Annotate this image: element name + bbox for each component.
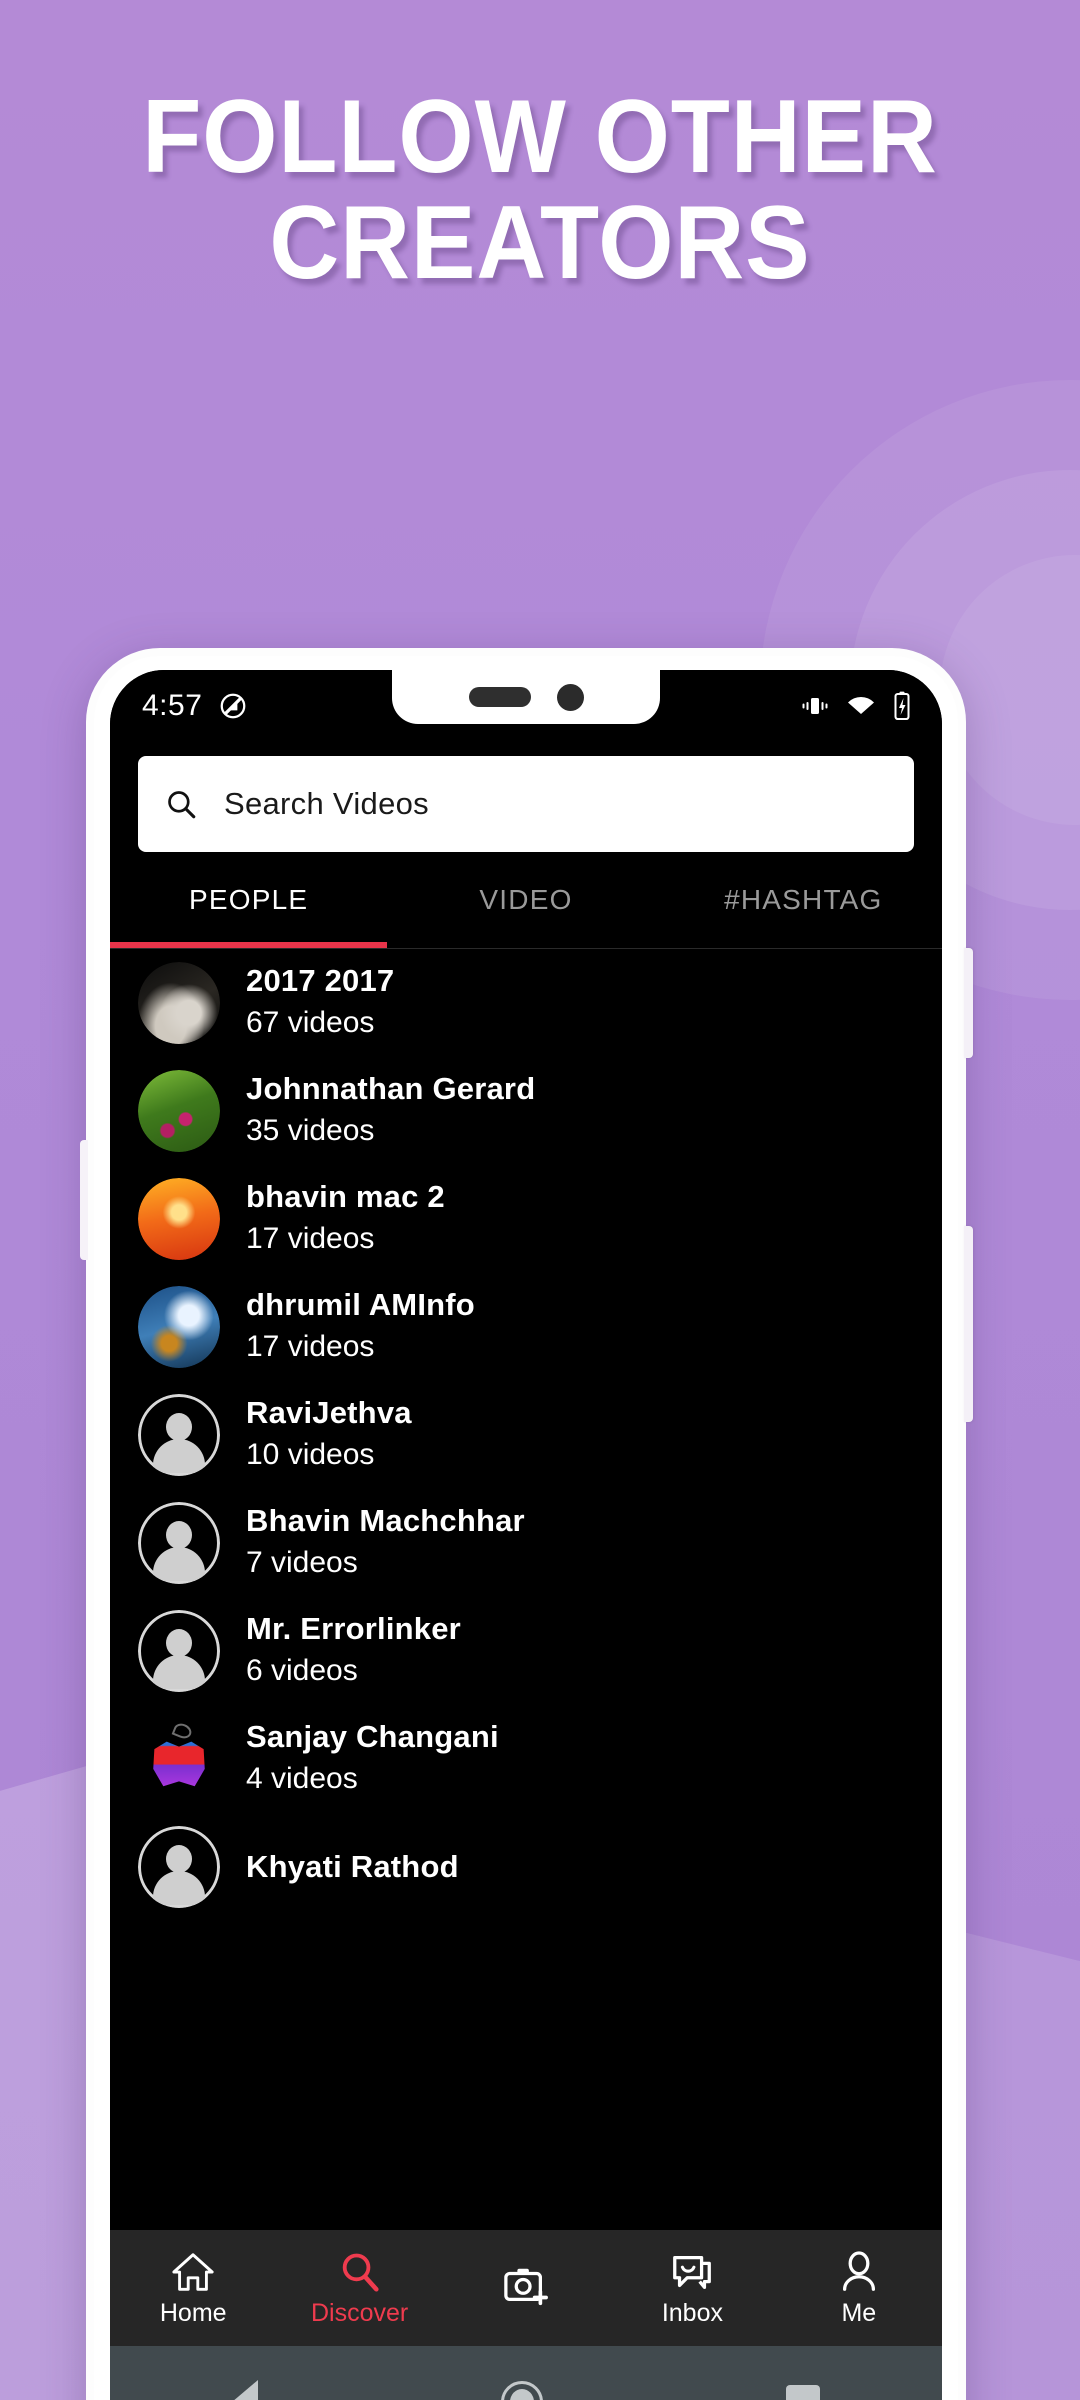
list-item-text: Bhavin Machchhar 7 videos (246, 1501, 525, 1586)
list-item-text: Mr. Errorlinker 6 videos (246, 1609, 461, 1694)
wifi-icon (846, 694, 876, 718)
android-system-bar (110, 2346, 942, 2400)
list-item[interactable]: 2017 2017 67 videos (110, 949, 942, 1057)
status-bar: 4:57 (110, 670, 942, 742)
nav-inbox[interactable]: Inbox (609, 2249, 775, 2328)
status-time: 4:57 (142, 689, 203, 722)
video-count: 67 videos (246, 1006, 375, 1040)
avatar (138, 1718, 220, 1800)
tab-people[interactable]: PEOPLE (110, 884, 387, 916)
tab-active-indicator (110, 942, 387, 948)
list-item[interactable]: dhrumil AMInfo 17 videos (110, 1273, 942, 1381)
list-item-text: Sanjay Changani 4 videos (246, 1717, 499, 1802)
list-item-text: Khyati Rathod (246, 1847, 459, 1887)
video-count: 6 videos (246, 1654, 358, 1688)
default-avatar-icon (138, 1394, 220, 1476)
list-item-text: dhrumil AMInfo 17 videos (246, 1285, 475, 1370)
video-count: 35 videos (246, 1114, 375, 1148)
user-name: dhrumil AMInfo (246, 1286, 475, 1322)
back-triangle-icon[interactable] (231, 2380, 258, 2400)
nav-home[interactable]: Home (110, 2249, 276, 2328)
list-item-text: 2017 2017 67 videos (246, 961, 394, 1046)
home-icon (170, 2249, 216, 2295)
camera-add-icon (501, 2263, 551, 2309)
avatar (138, 962, 220, 1044)
list-item-text: Johnnathan Gerard 35 videos (246, 1069, 535, 1154)
phone-notch (392, 670, 660, 724)
power-button[interactable] (964, 1226, 973, 1422)
user-name: Mr. Errorlinker (246, 1610, 461, 1646)
list-item[interactable]: Mr. Errorlinker 6 videos (110, 1597, 942, 1705)
promo-screenshot: FOLLOW OTHER CREATORS 4:57 Search Videos… (0, 0, 1080, 2400)
phone-mockup: 4:57 Search Videos PEOPLE VIDEO #HASHTAG… (80, 648, 973, 2400)
tab-video[interactable]: VIDEO (387, 884, 664, 916)
avatar (138, 1394, 220, 1476)
apple-logo-avatar (138, 1718, 220, 1800)
video-count: 17 videos (246, 1222, 375, 1256)
user-name: Khyati Rathod (246, 1849, 459, 1885)
list-item[interactable]: Bhavin Machchhar 7 videos (110, 1489, 942, 1597)
user-name: 2017 2017 (246, 962, 395, 998)
list-item[interactable]: Sanjay Changani 4 videos (110, 1705, 942, 1813)
search-icon (337, 2249, 383, 2295)
status-bar-right (800, 691, 912, 721)
video-count: 17 videos (246, 1330, 375, 1364)
avatar (138, 1610, 220, 1692)
avatar (138, 1826, 220, 1908)
user-name: Bhavin Machchhar (246, 1502, 525, 1538)
search-bar[interactable]: Search Videos (138, 756, 914, 852)
promo-headline: FOLLOW OTHER CREATORS (0, 84, 1080, 296)
default-avatar-icon (138, 1502, 220, 1584)
search-section: Search Videos (110, 742, 942, 852)
nav-home-label: Home (159, 2298, 227, 2327)
default-avatar-icon (138, 1610, 220, 1692)
search-icon (164, 787, 198, 821)
user-name: bhavin mac 2 (246, 1178, 445, 1214)
list-item[interactable]: Johnnathan Gerard 35 videos (110, 1057, 942, 1165)
nav-discover-label: Discover (310, 2298, 409, 2327)
list-item[interactable]: RaviJethva 10 videos (110, 1381, 942, 1489)
nav-me-label: Me (841, 2298, 877, 2327)
avatar (138, 1178, 220, 1260)
vibrate-icon (800, 694, 830, 718)
battery-charging-icon (892, 691, 912, 721)
phone-screen: 4:57 Search Videos PEOPLE VIDEO #HASHTAG… (110, 670, 942, 2400)
volume-button[interactable] (964, 948, 973, 1058)
list-item[interactable]: bhavin mac 2 17 videos (110, 1165, 942, 1273)
person-icon (836, 2249, 882, 2295)
default-avatar-icon (138, 1826, 220, 1908)
video-count: 7 videos (246, 1546, 358, 1580)
headline-line-1: FOLLOW OTHER (142, 79, 938, 195)
nav-create[interactable] (443, 2263, 609, 2313)
user-name: Sanjay Changani (246, 1718, 499, 1754)
side-button-left[interactable] (80, 1140, 88, 1260)
tab-bar: PEOPLE VIDEO #HASHTAG (110, 852, 942, 949)
search-input[interactable]: Search Videos (224, 786, 429, 822)
list-item[interactable]: Khyati Rathod (110, 1813, 942, 1921)
people-list[interactable]: 2017 2017 67 videos Johnnathan Gerard 35… (110, 949, 942, 2275)
avatar (138, 1502, 220, 1584)
status-bar-left: 4:57 (142, 689, 248, 723)
nav-discover[interactable]: Discover (276, 2249, 442, 2328)
chat-bubble-icon (669, 2249, 715, 2295)
list-item-text: bhavin mac 2 17 videos (246, 1177, 445, 1262)
nav-inbox-label: Inbox (661, 2298, 723, 2327)
avatar (138, 1070, 220, 1152)
video-count: 10 videos (246, 1438, 375, 1472)
list-item-text: RaviJethva 10 videos (246, 1393, 412, 1478)
video-count: 4 videos (246, 1762, 358, 1796)
do-not-disturb-icon (218, 691, 248, 721)
avatar (138, 1286, 220, 1368)
tab-hashtag[interactable]: #HASHTAG (665, 884, 942, 916)
home-circle-icon[interactable] (500, 2381, 543, 2400)
headline-line-2: CREATORS (269, 185, 811, 302)
user-name: Johnnathan Gerard (246, 1070, 536, 1106)
recents-square-icon[interactable] (786, 2385, 821, 2400)
bottom-navigation: Home Discover Inbox Me (110, 2230, 942, 2346)
earpiece-speaker (468, 687, 531, 707)
nav-me[interactable]: Me (776, 2249, 942, 2328)
user-name: RaviJethva (246, 1394, 412, 1430)
front-camera (556, 683, 584, 711)
